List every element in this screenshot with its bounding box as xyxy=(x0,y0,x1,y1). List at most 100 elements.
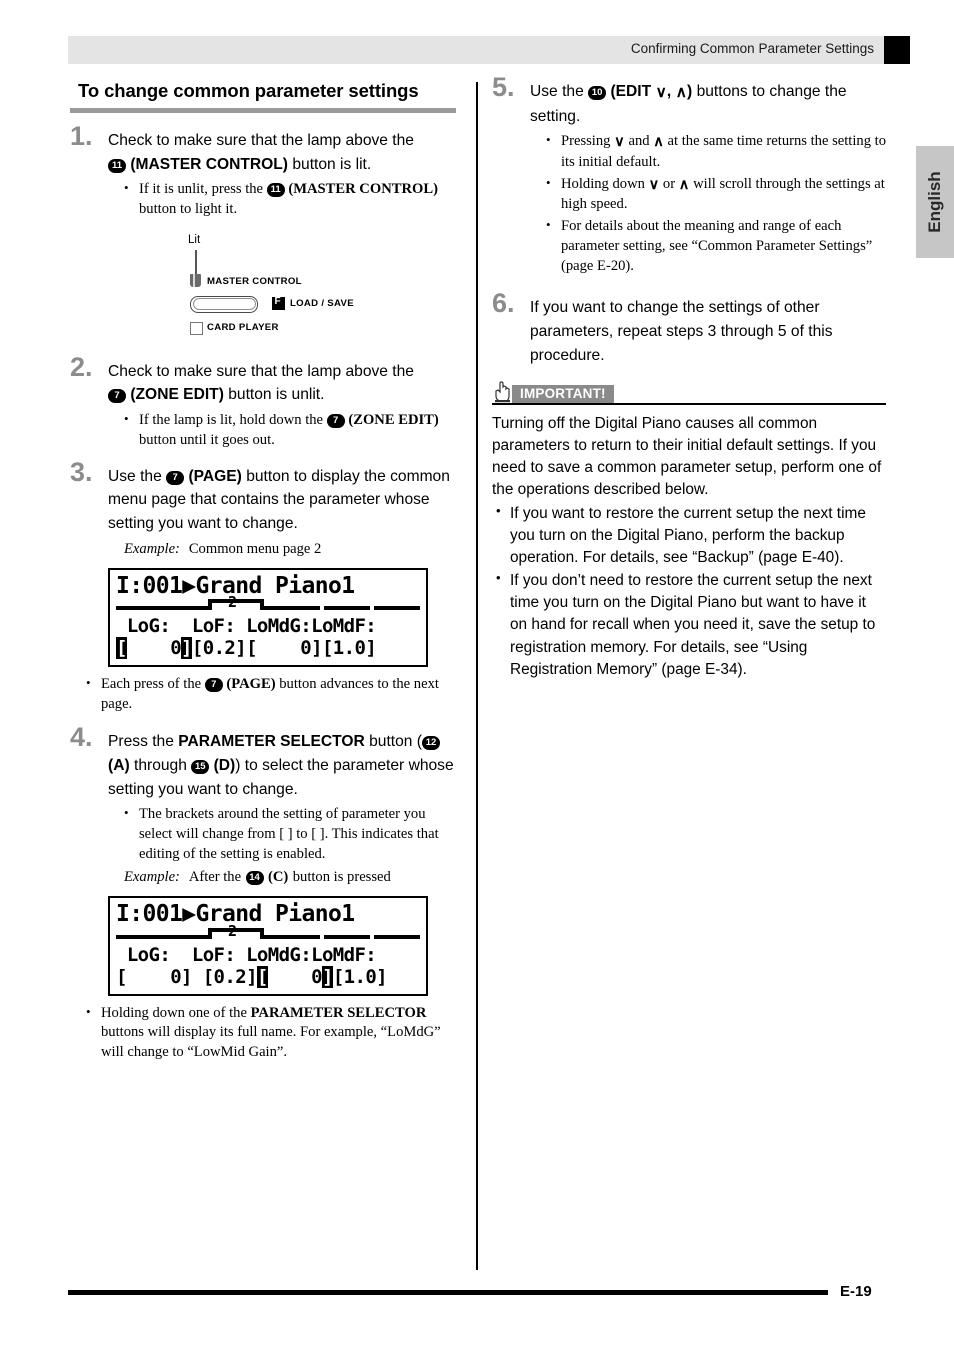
panel-illustration: Lit MASTER CONTROL LOAD / SAVE CARD PLAY… xyxy=(188,234,438,342)
step-2-bullet-pre: If the lamp is lit, hold down the xyxy=(139,412,324,429)
step-4-bold-a: (A) xyxy=(108,756,130,774)
step-1-bullet-post: button to light it. xyxy=(139,201,238,218)
important-bullets: If you want to restore the current setup… xyxy=(492,502,886,682)
step-5-b1-post: at the same time returns the setting to … xyxy=(561,133,886,171)
badge-page: 7 xyxy=(166,470,185,485)
step-4-pre: Press the xyxy=(108,733,174,751)
step-2: 2. Check to make sure that the lamp abov… xyxy=(70,353,462,451)
step-5-bullet-1: Pressing ∨ and ∧ at the same time return… xyxy=(546,131,886,172)
function-f-icon xyxy=(272,296,285,310)
step-2-bullet-1: If the lamp is lit, hold down the 7 (ZON… xyxy=(124,410,462,450)
step-1-bullet-pre: If it is unlit, press the xyxy=(139,181,264,198)
important-body-text: Turning off the Digital Piano causes all… xyxy=(492,415,882,498)
lcd-1-value-a: 0 xyxy=(126,636,182,659)
step-2-number: 2. xyxy=(70,351,93,382)
step-1-button-name: (MASTER CONTROL) xyxy=(130,155,288,173)
right-column: 5. Use the 10 (EDIT ∨, ∧) buttons to cha… xyxy=(492,74,886,682)
badge-zone-edit-2: 7 xyxy=(326,414,345,429)
step-4-example: Example: After the 14 (C) button is pres… xyxy=(108,868,462,886)
important-bullet-2: If you don’t need to restore the current… xyxy=(496,569,886,682)
step-5-text: Use the 10 (EDIT ∨, ∧) buttons to change… xyxy=(530,80,886,128)
lcd-2-values-a: [ 0] [0.2] xyxy=(116,965,258,988)
lcd-2-page-bar: 2 xyxy=(116,924,420,943)
chevron-up-icon: ∧ xyxy=(653,134,664,151)
badge-master-control-2: 11 xyxy=(266,183,285,198)
lcd-2-row-1: I:001▶Grand Piano1 xyxy=(116,901,355,928)
step-4-example-bold: (C) xyxy=(268,869,289,886)
step-4-bold-selector: PARAMETER SELECTOR xyxy=(178,733,365,751)
step-4-text: Press the PARAMETER SELECTOR button (12 … xyxy=(108,730,462,801)
column-divider xyxy=(476,82,478,1270)
chevron-up-icon: ∧ xyxy=(675,84,688,101)
step-3-example: Example: Common menu page 2 xyxy=(108,540,462,558)
step-5-bullet-3: For details about the meaning and range … xyxy=(546,216,886,276)
step-4-note-post: buttons will display its full name. For … xyxy=(101,1024,441,1061)
important-rule xyxy=(492,403,886,405)
step-5-bullets: Pressing ∨ and ∧ at the same time return… xyxy=(530,131,886,276)
chevron-down-icon: ∨ xyxy=(614,134,625,151)
important-callout: IMPORTANT! Turning off the Digital Piano… xyxy=(492,381,886,682)
step-6: 6. If you want to change the settings of… xyxy=(492,290,886,367)
step-4-bold-d: (D) xyxy=(213,756,236,774)
step-6-number: 6. xyxy=(492,288,515,319)
step-3-example-value: Common menu page 2 xyxy=(188,540,322,557)
badge-page-2: 7 xyxy=(204,677,223,692)
step-1: 1. Check to make sure that the lamp abov… xyxy=(70,123,462,220)
lit-label: Lit xyxy=(188,233,201,246)
master-control-label: MASTER CONTROL xyxy=(207,275,302,287)
step-3-bullet-pre: Each press of the xyxy=(101,675,202,692)
important-bullet-1: If you want to restore the current setup… xyxy=(496,502,886,570)
step-4-example-label: Example: xyxy=(124,869,180,886)
step-5-pre: Use the xyxy=(530,83,584,100)
step-3-bullets: Each press of the 7 (PAGE) button advanc… xyxy=(70,674,462,714)
lcd-2-values-rest: [1.0] xyxy=(332,965,388,988)
step-2-bullet-bold: (ZONE EDIT) xyxy=(348,412,439,429)
step-2-button-name: (ZONE EDIT) xyxy=(130,386,224,404)
step-4-note-bullets: Holding down one of the PARAMETER SELECT… xyxy=(70,1003,462,1063)
step-3-example-label: Example: xyxy=(124,540,180,557)
important-tag: IMPORTANT! xyxy=(512,385,614,404)
step-3-bullet-1: Each press of the 7 (PAGE) button advanc… xyxy=(86,674,462,714)
step-1-text: Check to make sure that the lamp above t… xyxy=(108,129,462,176)
step-1-bullet-bold: (MASTER CONTROL) xyxy=(288,181,438,198)
badge-param-d: 15 xyxy=(191,759,210,774)
step-4: 4. Press the PARAMETER SELECTOR button (… xyxy=(70,724,462,886)
section-heading-rule xyxy=(70,108,456,113)
step-5-b2-mid: or xyxy=(662,175,676,192)
header-black-marker xyxy=(884,36,910,64)
language-tab-label: English xyxy=(925,171,944,233)
lcd-1-cursor-open: [ xyxy=(116,636,127,659)
step-4-note-pre: Holding down one of the xyxy=(101,1004,247,1021)
step-1-bullet-1: If it is unlit, press the 11 (MASTER CON… xyxy=(124,179,462,219)
lcd-1-page-bar: 2 xyxy=(116,595,420,614)
important-header: IMPORTANT! xyxy=(492,381,886,405)
section-heading: To change common parameter settings xyxy=(78,80,419,101)
step-5-comma: , xyxy=(666,83,672,100)
step-3-bullet-bold: (PAGE) xyxy=(226,675,276,692)
step-5-bullet-2: Holding down ∨ or ∧ will scroll through … xyxy=(546,174,886,215)
pointing-hand-icon xyxy=(495,381,510,403)
card-player-label: CARD PLAYER xyxy=(207,321,279,333)
lcd-1-row-4: [ 0][0.2][ 0][1.0] xyxy=(116,636,420,659)
step-1-line1: Check to make sure that the lamp above t… xyxy=(108,132,414,149)
step-3-button-name: (PAGE) xyxy=(188,467,242,485)
chevron-down-icon: ∨ xyxy=(648,176,660,193)
step-5-b1-mid: and xyxy=(628,133,650,150)
step-5-bold-close: ) xyxy=(687,83,693,100)
lcd-2-row-3: LoG: LoF: LoMdG:LoMdF: xyxy=(116,944,377,967)
language-tab: English xyxy=(916,146,954,258)
lamp-icon xyxy=(190,273,201,287)
page-header-title: Confirming Common Parameter Settings xyxy=(630,41,874,56)
lcd-display-2: I:001▶Grand Piano1 2 LoG: LoF: LoMdG:LoM… xyxy=(108,896,428,996)
lcd-2-row-4: [ 0] [0.2][ 0][1.0] xyxy=(116,965,420,988)
chevron-down-icon: ∨ xyxy=(655,84,667,101)
lcd-2-page-number: 2 xyxy=(228,922,238,941)
step-1-bullets: If it is unlit, press the 11 (MASTER CON… xyxy=(108,179,462,219)
step-4-through: through xyxy=(134,756,187,774)
step-2-text: Check to make sure that the lamp above t… xyxy=(108,360,462,407)
step-4-number: 4. xyxy=(70,722,93,753)
lcd-2-cursor-open: [ xyxy=(256,965,268,988)
step-5-b2-pre: Holding down xyxy=(561,175,645,192)
step-4-example-pre: After the xyxy=(188,869,242,886)
lcd-2-cursor-close: ] xyxy=(321,965,333,988)
